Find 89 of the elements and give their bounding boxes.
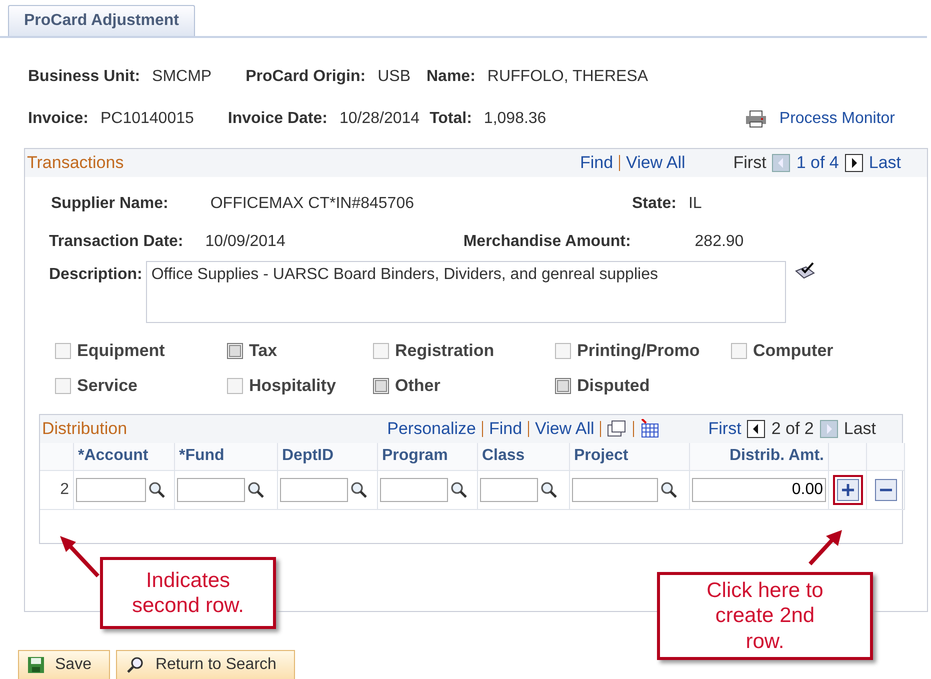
search-icon[interactable] xyxy=(540,481,558,499)
checkbox[interactable]: Disputed xyxy=(555,376,731,396)
field-value: PC10140015 xyxy=(100,110,194,128)
field-label: Transaction Date: xyxy=(49,233,184,251)
checkbox[interactable]: Other xyxy=(373,376,555,396)
field-value: RUFFOLO, THERESA xyxy=(487,68,648,86)
checkbox[interactable]: Equipment xyxy=(55,341,227,361)
plus-icon xyxy=(840,483,854,497)
row-number: 2 xyxy=(60,481,69,499)
tab[interactable]: ProCard Adjustment xyxy=(8,5,195,36)
grid-download-icon[interactable] xyxy=(640,419,660,439)
header-link[interactable]: Find xyxy=(488,419,522,439)
callout: Indicates second row. xyxy=(100,557,276,629)
input-field[interactable] xyxy=(177,478,245,502)
checkbox-box[interactable] xyxy=(373,343,389,359)
column-header[interactable]: Program xyxy=(378,443,478,471)
checkbox-box[interactable] xyxy=(227,378,243,394)
return-to-search-button[interactable]: Return to Search xyxy=(116,650,296,679)
input-field[interactable] xyxy=(280,478,348,502)
spellcheck-icon[interactable] xyxy=(794,261,816,281)
input-field[interactable] xyxy=(76,478,146,502)
checkbox-box[interactable] xyxy=(227,343,243,359)
column-header[interactable]: Project xyxy=(570,443,690,471)
field-label: Supplier Name: xyxy=(51,195,168,213)
field-label: Business Unit: xyxy=(28,68,140,86)
column-header[interactable]: DeptID xyxy=(278,443,378,471)
column-header[interactable]: *Account xyxy=(74,443,175,471)
field-value: OFFICEMAX CT*IN#845706 xyxy=(210,195,414,213)
printer-icon[interactable] xyxy=(745,110,768,128)
column-header[interactable]: Distrib. Amt. xyxy=(690,443,829,471)
input-field[interactable] xyxy=(380,478,448,502)
field-value: 1,098.36 xyxy=(484,110,546,128)
checkbox-box[interactable] xyxy=(731,343,747,359)
header-link[interactable]: Personalize xyxy=(387,419,476,439)
field-label: Merchandise Amount: xyxy=(463,233,631,251)
column-header[interactable]: *Fund xyxy=(175,443,278,471)
description-field[interactable]: Office Supplies - UARSC Board Binders, Dividers, and genreal supplies xyxy=(146,261,786,323)
field-label: Total: xyxy=(430,110,472,128)
field-label: Invoice: xyxy=(28,110,88,128)
checkbox[interactable]: Tax xyxy=(227,341,373,361)
delete-row-button[interactable] xyxy=(874,479,896,501)
header-link[interactable]: Find xyxy=(580,153,614,173)
last-link[interactable]: Last xyxy=(868,153,901,173)
checkbox-box[interactable] xyxy=(373,378,389,394)
field-label: Invoice Date: xyxy=(228,110,328,128)
page-count: 1 of 4 xyxy=(796,153,839,173)
amount-field[interactable]: 0.00 xyxy=(692,478,826,502)
magnifier-icon xyxy=(125,656,146,674)
field-value: 10/28/2014 xyxy=(339,110,420,128)
previous-icon[interactable] xyxy=(747,420,766,438)
page-count: 2 of 2 xyxy=(771,419,814,439)
panel-title: Transactions xyxy=(27,153,125,173)
input-field[interactable] xyxy=(480,478,538,502)
field-value: USB xyxy=(378,68,410,86)
field-label: Name: xyxy=(426,68,476,86)
checkbox-box[interactable] xyxy=(55,343,71,359)
first-label: First xyxy=(733,153,766,173)
field-label: ProCard Origin: xyxy=(246,68,366,86)
first-link[interactable]: First xyxy=(708,419,742,439)
field-value: SMCMP xyxy=(152,68,212,86)
header-link[interactable]: View All xyxy=(535,419,594,439)
field-label: State: xyxy=(632,195,676,213)
checkbox[interactable]: Hospitality xyxy=(227,376,373,396)
search-icon[interactable] xyxy=(660,481,678,499)
search-icon[interactable] xyxy=(247,481,265,499)
checkbox-box[interactable] xyxy=(555,378,571,394)
process-monitor-link[interactable]: Process Monitor xyxy=(779,110,895,128)
new-window-icon[interactable] xyxy=(607,420,628,438)
checkbox[interactable]: Registration xyxy=(373,341,555,361)
checkbox[interactable]: Service xyxy=(55,376,227,396)
callout: Click here to create 2nd row. xyxy=(657,572,873,660)
checkbox[interactable]: Computer xyxy=(731,341,861,361)
checkbox-box[interactable] xyxy=(555,343,571,359)
checkbox[interactable]: Printing/Promo xyxy=(555,341,731,361)
save-button[interactable]: Save xyxy=(18,650,110,679)
next-icon[interactable] xyxy=(844,154,863,172)
field-value: 10/09/2014 xyxy=(205,233,286,251)
checkbox-box[interactable] xyxy=(55,378,71,394)
search-icon[interactable] xyxy=(450,481,468,499)
input-field[interactable] xyxy=(572,478,658,502)
field-value: IL xyxy=(688,195,702,213)
search-icon[interactable] xyxy=(148,481,166,499)
search-icon[interactable] xyxy=(350,481,368,499)
last-label: Last xyxy=(844,419,876,439)
header-link[interactable]: View All xyxy=(626,153,686,173)
grid-title: Distribution xyxy=(42,419,128,439)
field-label: Description: xyxy=(49,266,142,284)
column-header[interactable]: Class xyxy=(478,443,570,471)
field-value: 282.90 xyxy=(694,233,744,251)
